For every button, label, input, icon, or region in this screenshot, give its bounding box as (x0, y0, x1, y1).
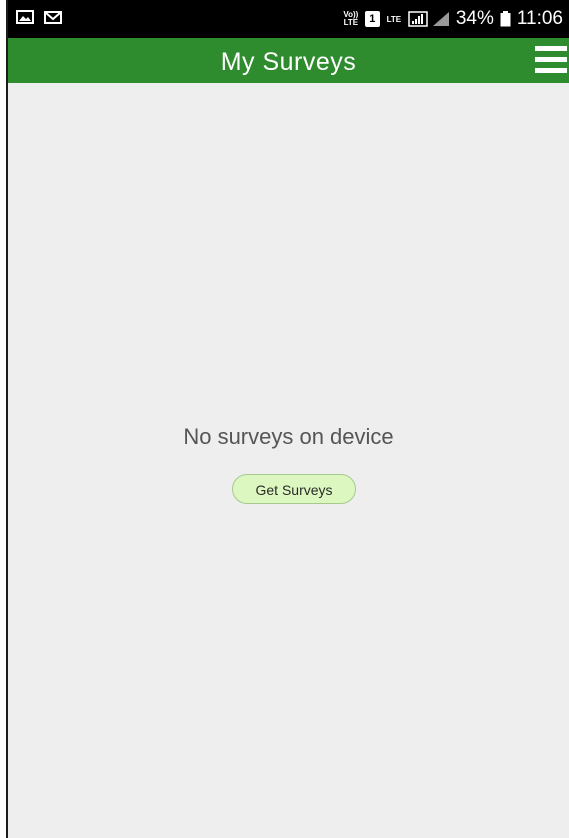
notification-icons (16, 9, 62, 25)
system-status: Vo)) LTE 1 LTE 34% 11:06 (343, 6, 563, 32)
app-header: My Surveys (8, 38, 569, 83)
signal-strength-icon (432, 11, 450, 27)
battery-percent: 34% (455, 8, 494, 29)
app-frame: Vo)) LTE 1 LTE 34% 11:06 My Surveys No s… (0, 0, 569, 838)
app-screen: Vo)) LTE 1 LTE 34% 11:06 My Surveys No s… (8, 0, 569, 838)
device-edge (6, 0, 8, 838)
battery-icon (500, 11, 511, 27)
sim-icon: 1 (364, 11, 380, 27)
status-bar: Vo)) LTE 1 LTE 34% 11:06 (8, 0, 569, 38)
get-surveys-button[interactable]: Get Surveys (232, 474, 356, 504)
lte-icon: LTE (386, 14, 402, 24)
signal-icon (408, 11, 428, 27)
clock: 11:06 (516, 8, 563, 29)
hamburger-menu-icon[interactable] (535, 46, 567, 74)
mail-icon (44, 9, 62, 25)
page-title: My Surveys (220, 48, 357, 76)
image-icon (16, 9, 34, 25)
empty-state-message: No surveys on device (183, 424, 394, 449)
volte-icon: Vo)) LTE (343, 10, 359, 27)
